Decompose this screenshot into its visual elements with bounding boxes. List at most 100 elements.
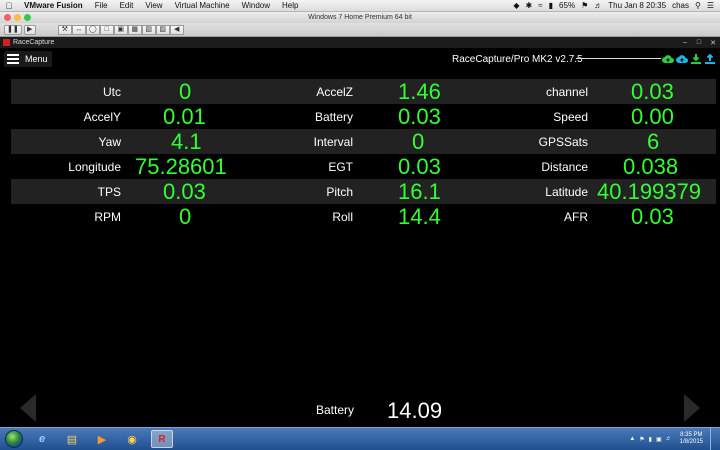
tray-arrow-icon[interactable]: ▲	[629, 436, 635, 442]
channel-label: Pitch	[326, 184, 353, 199]
vm-toolbar-group: ⚒ ↔ ◯ □ ▣ ▦ ▧ ▨ ◀	[57, 24, 184, 35]
app-window-controls: – □ ✕	[678, 38, 720, 47]
start-button[interactable]	[5, 430, 23, 448]
tray-flag-icon[interactable]: ⚑	[639, 436, 644, 443]
channel-value: 0.00	[631, 104, 674, 129]
previous-page-arrow-icon[interactable]	[20, 394, 36, 422]
channel-row: Utc 0 AccelZ 1.46 channel 0.03	[11, 79, 716, 104]
print-icon[interactable]: ▧	[141, 24, 156, 35]
menu-virtual-machine[interactable]: Virtual Machine	[169, 1, 236, 10]
menu-app-name[interactable]: VMware Fusion	[18, 1, 89, 10]
tray-power-icon[interactable]: ▮	[649, 436, 652, 443]
channel-label: Distance	[541, 159, 588, 174]
pause-icon[interactable]: ❚❚	[4, 24, 22, 35]
wifi-icon[interactable]: ≈	[538, 1, 542, 10]
channel-label: GPSSats	[538, 134, 588, 149]
menu-view[interactable]: View	[139, 1, 168, 10]
menu-button[interactable]: Menu	[4, 51, 52, 67]
volume-icon[interactable]: ♬	[594, 1, 602, 10]
windows-taskbar: e ▤ ▶ ◉ R ▲ ⚑ ▮ ▣ ♬ 8:35 PM 1/8/2015	[0, 427, 720, 450]
forward-icon[interactable]: ▶	[23, 24, 36, 35]
next-page-arrow-icon[interactable]	[684, 394, 700, 422]
channel-row: RPM 0 Roll 14.4 AFR 0.03	[11, 204, 716, 229]
racecapture-logo-icon	[3, 39, 10, 46]
bottom-gauge-value: 14.09	[387, 398, 443, 423]
channel-label: EGT	[328, 159, 353, 174]
clock[interactable]: Thu Jan 8 20:35	[608, 1, 666, 10]
vm-title-bar: Windows 7 Home Premium 64 bit	[0, 12, 720, 23]
system-tray: ▲ ⚑ ▮ ▣ ♬ 8:35 PM 1/8/2015	[629, 428, 720, 450]
menu-file[interactable]: File	[89, 1, 114, 10]
maximize-icon[interactable]: □	[692, 38, 706, 47]
battery-icon[interactable]: ▮	[549, 1, 553, 10]
vm-toolbar: ❚❚ ▶ ⚒ ↔ ◯ □ ▣ ▦ ▧ ▨ ◀	[0, 23, 720, 37]
channel-label: TPS	[97, 184, 121, 199]
notifications-icon[interactable]: ☰	[707, 1, 714, 10]
apple-icon[interactable]: 	[0, 1, 18, 11]
status-icons	[662, 52, 716, 64]
channel-value: 0.038	[623, 154, 679, 179]
cloud-upload-icon[interactable]	[662, 52, 674, 64]
menu-help[interactable]: Help	[276, 1, 304, 10]
app-header: Menu RaceCapture/Pro MK2 v2.7.5	[0, 48, 720, 70]
channel-row: Yaw 4.1 Interval 0 GPSSats 6	[11, 129, 716, 154]
channel-label: Roll	[332, 209, 353, 224]
zoom-button[interactable]	[24, 14, 31, 21]
tray-volume-icon[interactable]: ♬	[666, 436, 672, 442]
bluetooth-icon[interactable]: ✱	[526, 1, 533, 10]
close-icon[interactable]: ✕	[706, 38, 720, 47]
menu-label: Menu	[25, 54, 48, 64]
file-explorer-icon[interactable]: ▤	[61, 430, 83, 448]
download-icon[interactable]	[690, 52, 702, 64]
app-window-title-bar: RaceCapture – □ ✕	[0, 37, 720, 48]
snapshot-icon[interactable]: ◯	[85, 24, 100, 35]
window-controls	[4, 14, 31, 21]
taskbar-time: 8:35 PM	[680, 432, 703, 438]
screen:  VMware Fusion File Edit View Virtual M…	[0, 0, 720, 450]
close-button[interactable]	[4, 14, 11, 21]
menu-window[interactable]: Window	[236, 1, 276, 10]
resize-icon[interactable]: ↔	[71, 24, 86, 35]
channel-label: AccelY	[83, 109, 121, 124]
tray-network-icon[interactable]: ▣	[656, 436, 662, 443]
channel-row: TPS 0.03 Pitch 16.1 Latitude 40.199379	[11, 179, 716, 204]
status-divider	[576, 58, 661, 59]
device-version: RaceCapture/Pro MK2 v2.7.5	[452, 54, 583, 65]
internet-explorer-icon[interactable]: e	[31, 430, 53, 448]
hamburger-icon	[7, 54, 19, 64]
spotlight-icon[interactable]: ⚲	[695, 1, 701, 10]
show-desktop-button[interactable]	[710, 428, 716, 450]
menu-edit[interactable]: Edit	[114, 1, 140, 10]
more-icon[interactable]: ◀	[169, 24, 184, 35]
racecapture-taskbar-icon[interactable]: R	[151, 430, 173, 448]
minimize-button[interactable]	[14, 14, 21, 21]
bottom-gauge-label: Battery	[315, 403, 354, 417]
network-icon[interactable]: □	[99, 24, 114, 35]
channel-label: AccelZ	[316, 84, 353, 99]
channel-row: AccelY 0.01 Battery 0.03 Speed 0.00	[11, 104, 716, 129]
minimize-icon[interactable]: –	[678, 38, 692, 47]
channel-label: Yaw	[98, 134, 121, 149]
upload-icon[interactable]	[704, 52, 716, 64]
user-name[interactable]: chas	[672, 1, 689, 10]
taskbar-clock[interactable]: 8:35 PM 1/8/2015	[680, 432, 703, 446]
mac-status-area: ◆ ✱ ≈ ▮ 65% ⚑ ♬ Thu Jan 8 20:35 chas ⚲ ☰	[513, 1, 720, 10]
media-player-icon[interactable]: ▶	[91, 430, 113, 448]
settings-icon[interactable]: ⚒	[57, 24, 72, 35]
cloud-status-icon[interactable]	[676, 52, 688, 64]
devices-icon[interactable]: ▨	[155, 24, 170, 35]
channel-value: 75.28601	[135, 154, 227, 179]
usb-icon[interactable]: ▦	[127, 24, 142, 35]
taskbar-date: 1/8/2015	[679, 439, 703, 445]
app-window-title: RaceCapture	[13, 39, 55, 46]
flag-icon[interactable]: ⚑	[581, 1, 588, 10]
share-icon[interactable]: ▣	[113, 24, 128, 35]
vm-window-title: Windows 7 Home Premium 64 bit	[308, 14, 412, 21]
channel-value: 0.03	[631, 79, 674, 104]
channel-label: Interval	[313, 134, 353, 149]
channel-label: channel	[545, 84, 588, 99]
chrome-icon[interactable]: ◉	[121, 430, 143, 448]
channel-value: 40.199379	[597, 179, 701, 204]
dropbox-icon[interactable]: ◆	[513, 1, 519, 10]
battery-percent: 65%	[559, 1, 576, 10]
